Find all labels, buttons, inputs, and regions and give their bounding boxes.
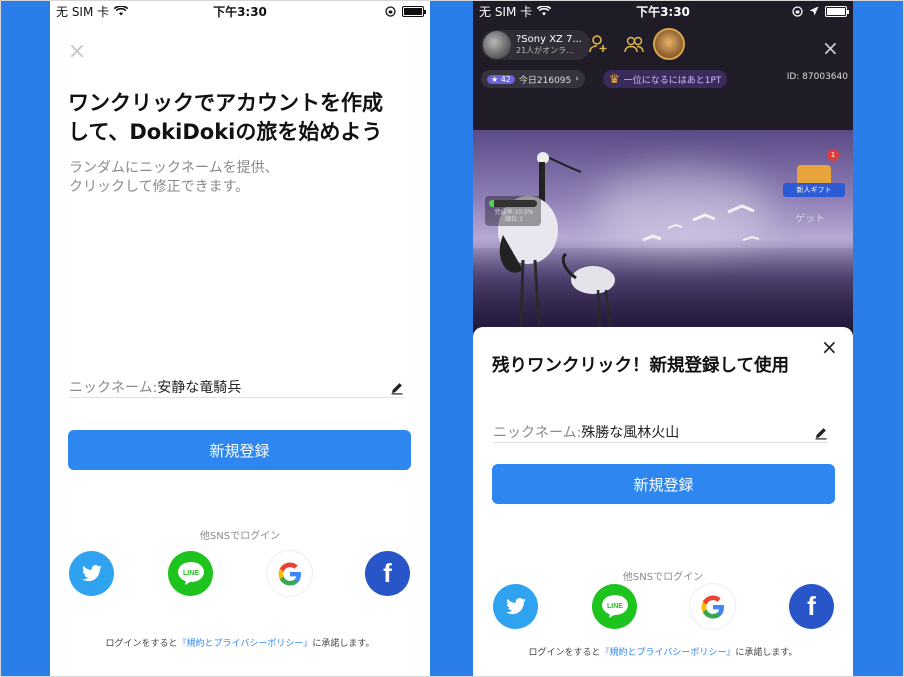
host-name: ?Sony XZ 7...: [516, 34, 582, 45]
host-viewer-count: 21人がオンラ...: [516, 46, 574, 55]
star-icon: ★: [491, 74, 499, 84]
host-avatar[interactable]: [483, 31, 511, 59]
live-video[interactable]: 完成率:10.0% 順位:1 新人ギフト 1 ゲット: [473, 130, 853, 327]
terms-text: ログインをすると『規約とプライバシーポリシー』に承諾します。: [50, 636, 430, 649]
sns-caption: 他SNSでログイン: [199, 531, 281, 542]
sheet-title: 残りワンクリック！新規登録して使用: [492, 356, 789, 376]
progress-bar: [489, 200, 537, 207]
gift-label: 新人ギフト: [783, 183, 845, 197]
sns-login-row: LINE f: [473, 584, 853, 629]
register-sheet: × 残りワンクリック！新規登録して使用 ニックネーム: 殊勝な風林火山 新規登録…: [473, 327, 853, 677]
nickname-field[interactable]: ニックネーム: 殊勝な風林火山: [493, 421, 828, 443]
rank-message: 一位になるにはあと1PT: [623, 75, 722, 86]
pencil-icon[interactable]: [814, 426, 828, 440]
close-icon[interactable]: ×: [821, 335, 838, 359]
terms-link[interactable]: 『規約とプライバシーポリシー』: [601, 648, 736, 658]
rotation-lock-icon: [792, 5, 803, 17]
line-icon[interactable]: LINE: [168, 551, 213, 596]
rotation-lock-icon: [385, 5, 396, 17]
line-icon-text: LINE: [183, 570, 199, 577]
progress-text: 完成率:10.0% 順位:1: [494, 209, 534, 223]
flying-birds: [642, 204, 760, 242]
terms-text: ログインをすると『規約とプライバシーポリシー』に承諾します。: [473, 645, 853, 658]
gift-badge: 1: [827, 149, 839, 161]
wifi-icon: [114, 6, 129, 16]
room-id: ID: 87003640: [786, 72, 848, 82]
register-button[interactable]: 新規登録: [68, 430, 411, 470]
sns-caption: 他SNSでログイン: [622, 572, 704, 583]
battery-icon: [402, 5, 426, 17]
terms-suffix: に承諾します。: [735, 648, 798, 658]
battery-icon: [825, 5, 849, 17]
register-button[interactable]: 新規登録: [492, 464, 835, 504]
page-title: ワンクリックでアカウントを作成 して、DokiDokiの旅を始めよう: [68, 91, 383, 144]
line-icon[interactable]: LINE: [592, 584, 637, 629]
gift-get-label[interactable]: ゲット: [795, 210, 825, 225]
facebook-icon[interactable]: f: [789, 584, 834, 629]
live-room-header: ?Sony XZ 7... 21人がオンラ... × ★ 42 今日216095…: [473, 22, 853, 130]
terms-suffix: に承諾します。: [312, 639, 375, 649]
pencil-icon[interactable]: [390, 381, 404, 395]
nickname-value[interactable]: 安静な竜騎兵: [157, 377, 390, 397]
newbie-gift[interactable]: 新人ギフト 1: [783, 149, 845, 210]
nickname-field[interactable]: ニックネーム: 安静な竜騎兵: [69, 376, 404, 398]
right-phone-screen: 无 SIM 卡 下午3:30 ?Sony XZ 7... 21人がオンラ... …: [473, 0, 853, 677]
status-bar: 无 SIM 卡 下午3:30: [473, 0, 853, 22]
nickname-label: ニックネーム:: [69, 380, 158, 396]
rank-pill[interactable]: ♛ 一位になるにはあと1PT: [603, 70, 728, 88]
close-icon[interactable]: ×: [822, 36, 839, 60]
progress-fill: [489, 200, 494, 207]
mission-progress: 完成率:10.0% 順位:1: [485, 196, 541, 226]
terms-link[interactable]: 『規約とプライバシーポリシー』: [178, 639, 313, 649]
today-score: 今日216095: [518, 75, 572, 86]
line-icon-text: LINE: [607, 603, 623, 610]
crane-image: [561, 252, 615, 327]
level-badge: ★ 42: [487, 74, 515, 84]
left-phone-screen: 无 SIM 卡 下午3:30 × ワンクリックでアカウントを作成 して、Doki…: [50, 0, 430, 677]
viewer-avatar[interactable]: [653, 28, 685, 60]
facebook-icon[interactable]: f: [365, 551, 410, 596]
level-value: 42: [500, 74, 511, 84]
location-icon: [809, 6, 819, 16]
twitter-icon[interactable]: [493, 584, 538, 629]
terms-prefix: ログインをすると: [105, 639, 178, 649]
close-icon[interactable]: ×: [67, 40, 87, 64]
twitter-icon[interactable]: [69, 551, 114, 596]
wifi-icon: [537, 6, 552, 16]
nickname-label: ニックネーム:: [493, 425, 582, 441]
follow-icon[interactable]: [589, 34, 609, 54]
group-icon[interactable]: [623, 34, 645, 54]
page-description: ランダムにニックネームを提供、 クリックして修正できます。: [69, 160, 279, 195]
nickname-value[interactable]: 殊勝な風林火山: [581, 422, 814, 442]
terms-prefix: ログインをすると: [528, 648, 601, 658]
google-icon[interactable]: [267, 551, 312, 596]
carrier-label: 无 SIM 卡: [56, 4, 110, 19]
carrier-label: 无 SIM 卡: [479, 4, 533, 19]
host-info[interactable]: ?Sony XZ 7... 21人がオンラ...: [481, 30, 591, 60]
stats-row: ★ 42 今日216095 › ♛ 一位になるにはあと1PT ID: 87003…: [481, 70, 851, 88]
google-icon[interactable]: [690, 584, 735, 629]
crown-icon: ♛: [609, 72, 620, 86]
sns-login-row: LINE f: [50, 551, 430, 596]
status-bar: 无 SIM 卡 下午3:30: [50, 0, 430, 22]
chevron-right-icon: ›: [575, 74, 579, 84]
daily-score-pill[interactable]: ★ 42 今日216095 ›: [481, 70, 585, 88]
